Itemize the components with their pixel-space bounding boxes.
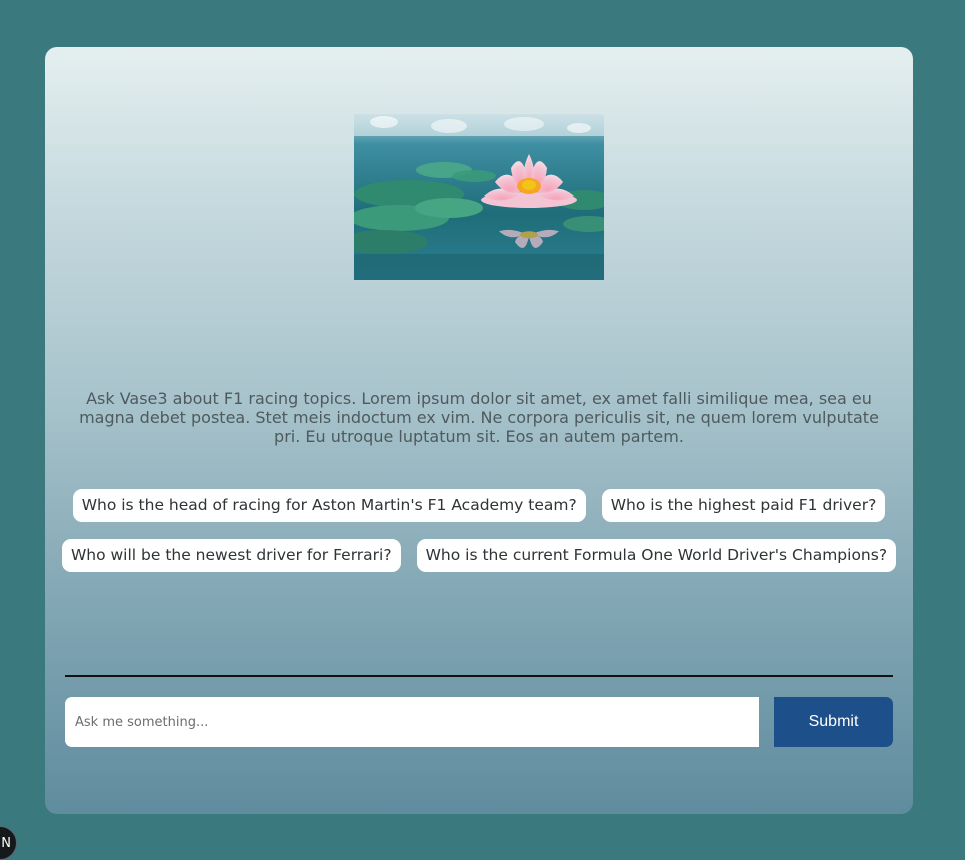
divider [65, 675, 893, 677]
corner-badge-label: N [1, 836, 11, 851]
intro-description: Ask Vase3 about F1 racing topics. Lorem … [79, 389, 879, 446]
lotus-hero-image [354, 114, 604, 280]
suggestion-aston-martin[interactable]: Who is the head of racing for Aston Mart… [72, 489, 586, 522]
suggestion-ferrari[interactable]: Who will be the newest driver for Ferrar… [61, 539, 401, 572]
suggestion-world-champion[interactable]: Who is the current Formula One World Dri… [416, 539, 897, 572]
chat-card: Ask Vase3 about F1 racing topics. Lorem … [45, 47, 913, 814]
submit-button[interactable]: Submit [774, 697, 893, 747]
suggestion-highest-paid[interactable]: Who is the highest paid F1 driver? [601, 489, 886, 522]
corner-badge[interactable]: N [0, 826, 17, 860]
suggestion-list: Who is the head of racing for Aston Mart… [61, 489, 897, 589]
ask-input[interactable] [65, 697, 759, 747]
